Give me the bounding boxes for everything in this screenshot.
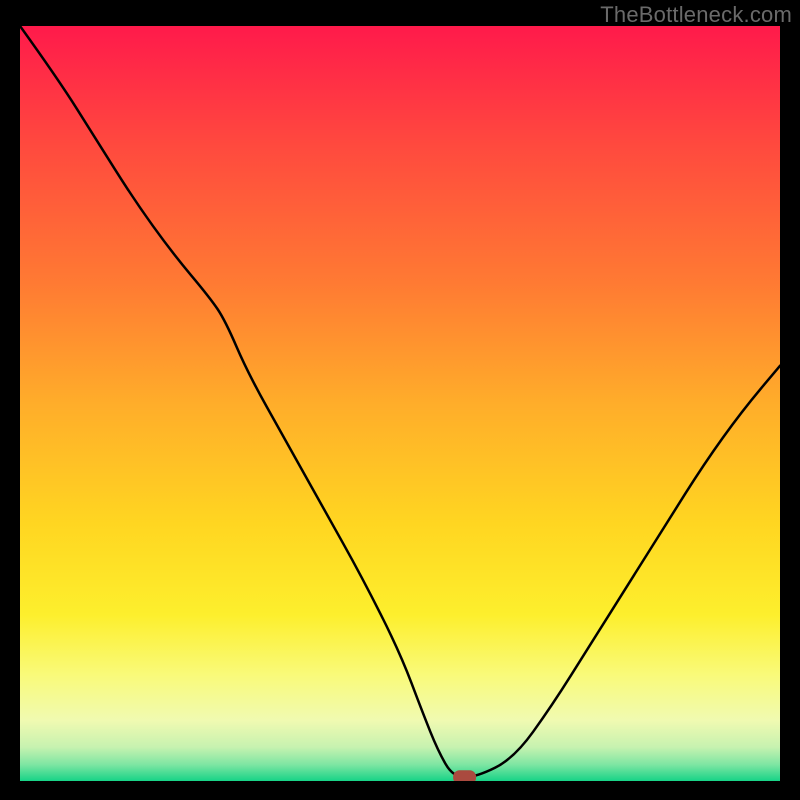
plot-area [20,26,780,781]
plot-svg [20,26,780,781]
chart-frame: TheBottleneck.com [0,0,800,800]
optimal-marker [454,771,476,781]
watermark-text: TheBottleneck.com [600,2,792,28]
gradient-background [20,26,780,781]
